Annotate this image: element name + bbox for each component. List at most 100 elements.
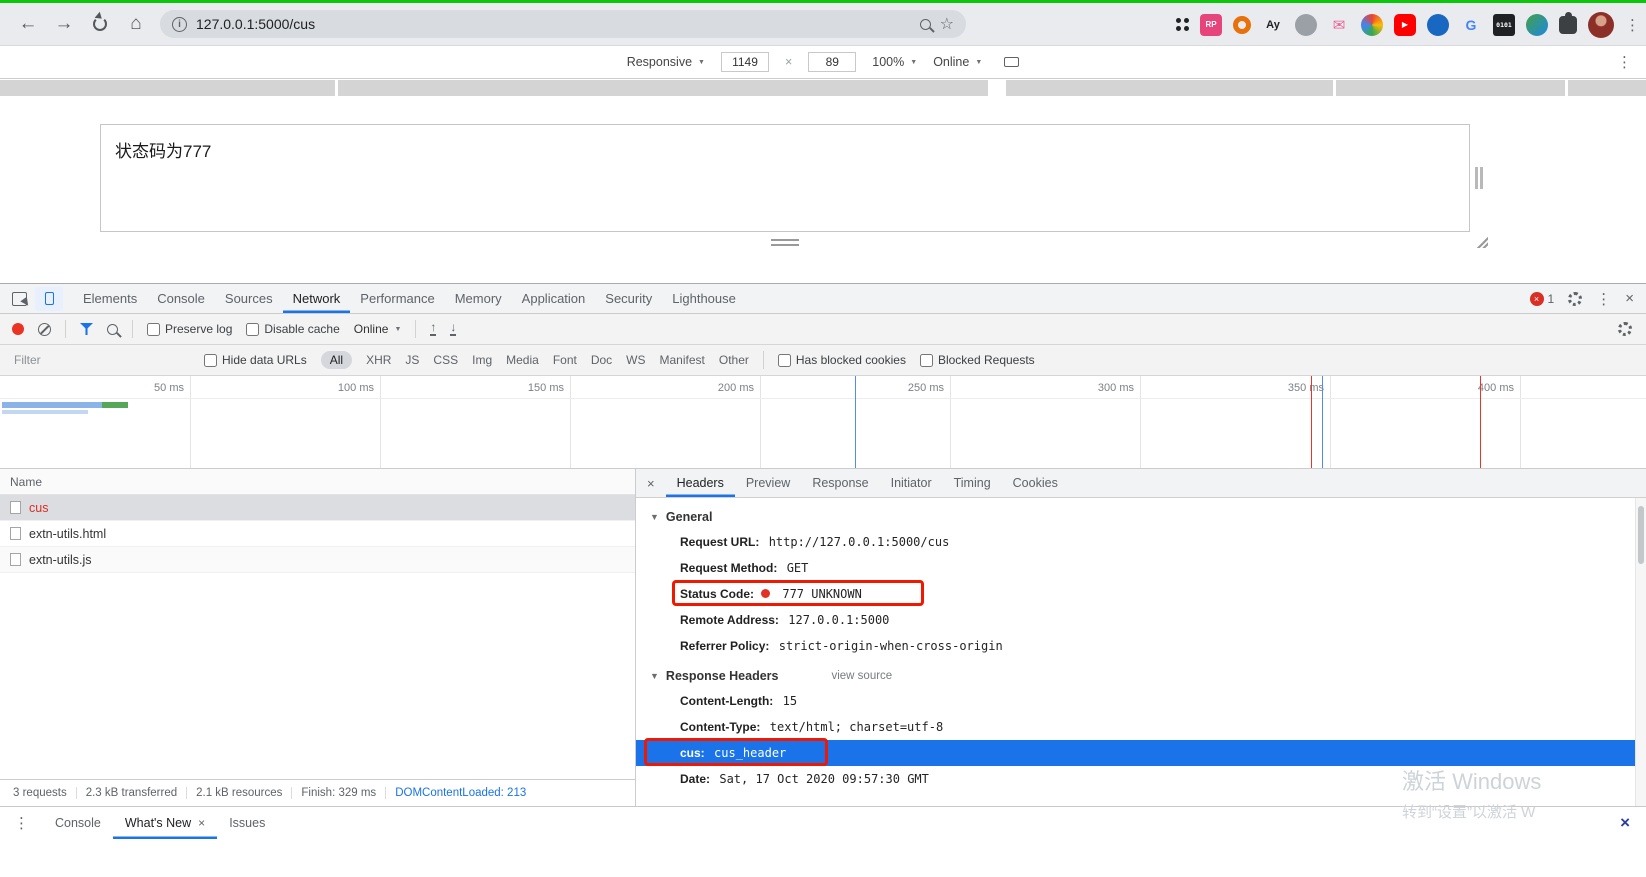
network-settings-gear-icon[interactable] xyxy=(1618,322,1632,336)
filter-type-media[interactable]: Media xyxy=(506,353,539,367)
hide-data-urls-box[interactable] xyxy=(204,353,217,367)
extension-icon-translate[interactable]: G xyxy=(1460,14,1482,36)
blocked-cookies-box[interactable] xyxy=(777,353,791,367)
drawer-tab-console[interactable]: Console xyxy=(43,807,113,839)
extension-icon-ring[interactable] xyxy=(1233,15,1251,34)
header-field-cus-highlighted[interactable]: cus: cus_header xyxy=(636,738,1635,766)
filter-type-other[interactable]: Other xyxy=(719,353,749,367)
tab-network[interactable]: Network xyxy=(283,284,351,313)
close-tab-icon[interactable]: × xyxy=(198,816,205,830)
network-throttling-dropdown[interactable]: Online ▼ xyxy=(354,322,402,336)
disable-cache-checkbox[interactable]: Disable cache xyxy=(246,322,340,336)
extensions-puzzle-icon[interactable] xyxy=(1559,11,1577,34)
profile-avatar[interactable] xyxy=(1588,11,1614,38)
extension-icon-dots[interactable] xyxy=(1176,18,1189,31)
filter-type-manifest[interactable]: Manifest xyxy=(660,353,705,367)
extension-icon-mail[interactable]: ✉ xyxy=(1328,14,1350,36)
drawer-close-icon[interactable]: × xyxy=(1620,813,1646,833)
filter-type-font[interactable]: Font xyxy=(553,353,577,367)
extension-icon-blue[interactable] xyxy=(1427,13,1449,36)
filter-type-all[interactable]: All xyxy=(320,351,353,369)
page-info-icon[interactable]: i xyxy=(172,16,187,32)
filter-type-ws[interactable]: WS xyxy=(626,353,645,367)
extension-icon-ay[interactable]: Ay xyxy=(1262,14,1284,36)
page-textarea[interactable]: 状态码为777 xyxy=(100,124,1470,232)
devtools-menu-icon[interactable]: ⋮ xyxy=(1596,290,1611,308)
viewport-height-input[interactable] xyxy=(808,52,857,72)
clear-icon[interactable] xyxy=(38,322,51,336)
filter-type-xhr[interactable]: XHR xyxy=(366,353,391,367)
tab-security[interactable]: Security xyxy=(595,284,662,313)
address-bar[interactable]: i 127.0.0.1:5000/cus ☆ xyxy=(160,10,966,38)
response-headers-section-header[interactable]: ▼ Response Headers view source xyxy=(636,669,1646,683)
drawer-tab-whats-new[interactable]: What's New × xyxy=(113,807,217,839)
tab-console[interactable]: Console xyxy=(147,284,215,313)
blocked-cookies-checkbox[interactable]: Has blocked cookies xyxy=(777,353,906,367)
request-row[interactable]: extn-utils.js xyxy=(0,547,635,573)
tab-memory[interactable]: Memory xyxy=(445,284,512,313)
bottom-drag-handle[interactable] xyxy=(771,239,799,246)
viewport-width-input[interactable] xyxy=(720,52,769,72)
devtools-settings-gear-icon[interactable] xyxy=(1568,291,1583,306)
blocked-requests-box[interactable] xyxy=(919,353,933,367)
device-toolbar-toggle-icon[interactable] xyxy=(35,286,63,311)
tab-sources[interactable]: Sources xyxy=(215,284,283,313)
rotate-viewport-icon[interactable] xyxy=(1004,57,1020,67)
forward-icon[interactable]: → xyxy=(46,7,82,41)
tab-headers[interactable]: Headers xyxy=(666,469,735,497)
filter-type-doc[interactable]: Doc xyxy=(591,353,612,367)
preserve-log-box[interactable] xyxy=(147,322,160,336)
close-details-icon[interactable]: × xyxy=(636,476,666,491)
filter-type-js[interactable]: JS xyxy=(405,353,419,367)
tab-elements[interactable]: Elements xyxy=(73,284,147,313)
extension-icon-youtube[interactable]: ▶ xyxy=(1394,13,1416,36)
blocked-requests-checkbox[interactable]: Blocked Requests xyxy=(919,353,1035,367)
drawer-tab-issues[interactable]: Issues xyxy=(217,807,277,839)
preserve-log-checkbox[interactable]: Preserve log xyxy=(147,322,232,336)
device-toolbar-menu-icon[interactable]: ⋮ xyxy=(1617,53,1632,71)
device-mode-dropdown[interactable]: Responsive ▼ xyxy=(627,55,705,69)
devtools-close-icon[interactable]: × xyxy=(1625,290,1634,307)
network-overview-timeline[interactable]: 50 ms 100 ms 150 ms 200 ms 250 ms 300 ms… xyxy=(0,376,1646,469)
scrollbar-thumb[interactable] xyxy=(1638,506,1644,564)
tab-initiator[interactable]: Initiator xyxy=(880,469,943,497)
extension-icon-rp[interactable]: RP xyxy=(1200,13,1222,36)
extension-icon-gray[interactable] xyxy=(1295,13,1317,36)
request-row[interactable]: extn-utils.html xyxy=(0,521,635,547)
request-row[interactable]: cus xyxy=(0,495,635,521)
extension-icon-binary[interactable]: 0101 xyxy=(1493,13,1515,36)
zoom-dropdown[interactable]: 100% ▼ xyxy=(872,55,917,69)
bookmark-star-icon[interactable]: ☆ xyxy=(940,14,954,34)
disable-cache-box[interactable] xyxy=(246,322,260,336)
export-har-icon[interactable]: ↓ xyxy=(450,321,457,336)
back-icon[interactable]: ← xyxy=(10,7,46,41)
filter-type-img[interactable]: Img xyxy=(472,353,492,367)
filter-input[interactable] xyxy=(12,352,190,368)
tab-timing[interactable]: Timing xyxy=(943,469,1002,497)
filter-funnel-icon[interactable] xyxy=(80,323,93,335)
extension-icon-colorwheel[interactable] xyxy=(1361,13,1383,36)
tab-response[interactable]: Response xyxy=(801,469,879,497)
tab-cookies[interactable]: Cookies xyxy=(1002,469,1069,497)
right-drag-handle[interactable] xyxy=(1475,167,1483,189)
tab-preview[interactable]: Preview xyxy=(735,469,801,497)
tab-application[interactable]: Application xyxy=(512,284,596,313)
record-icon[interactable] xyxy=(12,323,24,335)
reload-icon[interactable] xyxy=(82,7,118,41)
browser-menu-icon[interactable]: ⋮ xyxy=(1625,16,1640,34)
zoom-icon[interactable] xyxy=(919,18,931,30)
drawer-menu-icon[interactable]: ⋮ xyxy=(0,814,43,832)
extension-icon-globe[interactable] xyxy=(1526,13,1548,36)
network-search-icon[interactable] xyxy=(107,323,118,335)
resize-corner-handle[interactable] xyxy=(1476,236,1488,248)
error-badge[interactable]: × 1 xyxy=(1529,291,1554,306)
tab-lighthouse[interactable]: Lighthouse xyxy=(662,284,746,313)
tab-performance[interactable]: Performance xyxy=(350,284,444,313)
url-text[interactable]: 127.0.0.1:5000/cus xyxy=(196,16,911,32)
throttling-dropdown[interactable]: Online ▼ xyxy=(933,55,982,69)
details-scrollbar[interactable] xyxy=(1635,498,1646,806)
filter-type-css[interactable]: CSS xyxy=(433,353,458,367)
import-har-icon[interactable]: ↑ xyxy=(430,321,437,336)
general-section-header[interactable]: ▼ General xyxy=(636,510,1646,524)
requests-name-header[interactable]: Name xyxy=(0,469,635,495)
